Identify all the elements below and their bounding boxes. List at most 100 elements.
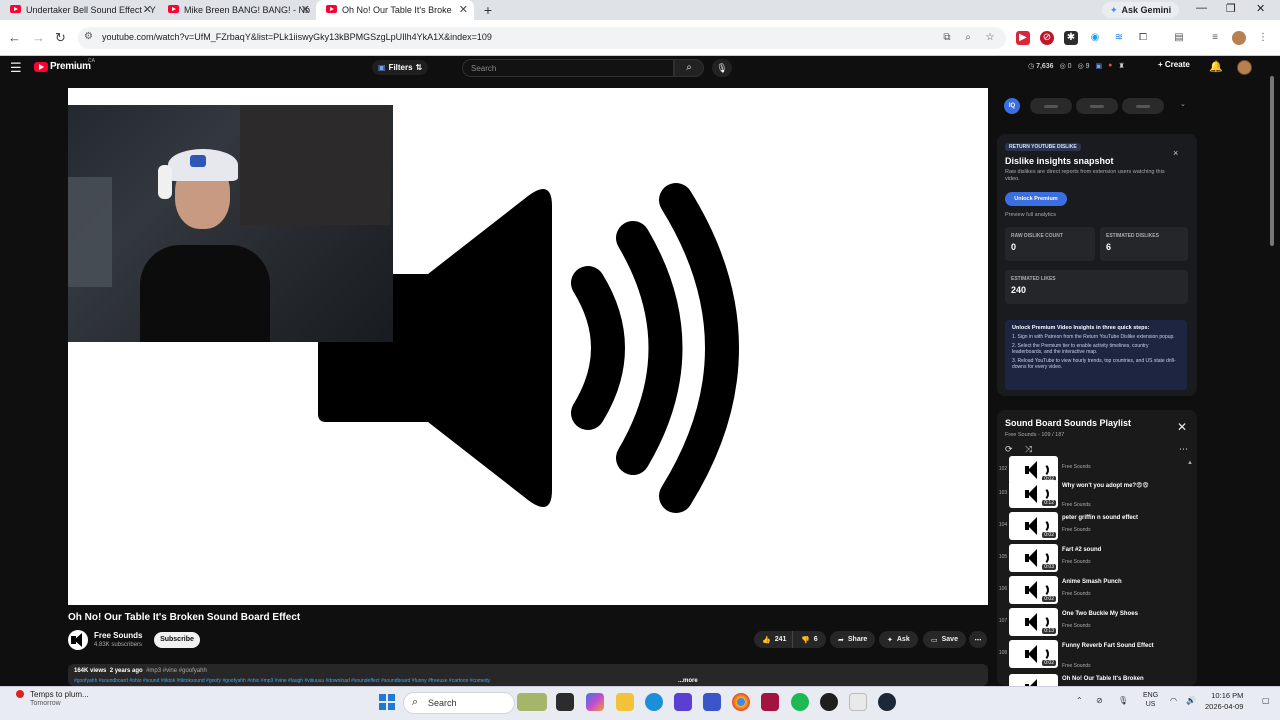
voice-search-button[interactable]: 🎙 [712,59,732,77]
browser-tab-3[interactable]: Oh No! Our Table It's Broke ✕ [316,0,474,20]
extensions-puzzle-icon[interactable]: ⧠ [1136,31,1150,45]
playlist-item[interactable]: 108 0:02 Funny Reverb Fart Sound Effect … [997,638,1187,670]
spotify-icon[interactable] [791,693,809,711]
copilot-icon[interactable] [586,693,604,711]
minimize-button[interactable]: — [1196,2,1207,14]
like-button[interactable]: 👍 241 [754,631,793,648]
video-player[interactable] [68,88,988,605]
preview-analytics-link[interactable]: Preview full analytics [1005,212,1056,218]
mic-tray-icon[interactable]: 🎙 [1118,696,1128,705]
windows-start-icon[interactable] [379,694,395,710]
file-explorer-icon[interactable] [616,693,634,711]
close-playlist-icon[interactable]: ✕ [1177,420,1187,434]
site-info-icon[interactable]: ⚙ [84,31,93,42]
extension-wave-icon[interactable]: ≋ [1112,31,1126,45]
network-off-icon[interactable]: ⊘ [1096,696,1103,705]
side-panel-icon[interactable]: ▤ [1172,31,1186,45]
channel-name[interactable]: Free Sounds [94,631,142,640]
chip-2[interactable] [1076,98,1118,114]
account-avatar[interactable] [1237,60,1252,75]
share-button[interactable]: ➦ Share [830,631,876,648]
search-input[interactable]: Search [462,59,674,77]
system-clock[interactable]: 10:16 PM 2026-04-09 [1205,691,1243,712]
notification-icon[interactable]: ▢ [1262,696,1270,705]
weather-widget[interactable]: Temps to plum... Tomorrow [14,690,89,707]
close-icon[interactable]: × [1173,148,1178,158]
profile-avatar-icon[interactable] [1232,31,1246,45]
browser-tab-1[interactable]: Undertaker Bell Sound Effect - Y ✕ [0,0,158,20]
playlist-item[interactable]: 106 0:02 Anime Smash Punch Free Sounds [997,574,1187,606]
scroll-up-icon[interactable]: ▲ [1187,460,1193,466]
playlist-item-current[interactable]: Oh No! Our Table It's Broken [997,672,1187,686]
steam-icon[interactable] [878,693,896,711]
playlist-item[interactable]: 103 0:12 Why won't you adopt me?😨😨 Free … [997,478,1187,510]
description-tags[interactable]: #goofyahh #soundboard #ohio #sound #tikt… [74,678,744,684]
app-icon[interactable] [849,693,867,711]
obs-icon[interactable] [820,693,838,711]
extension-stats[interactable]: ◷ 7,636 ◎ 0 ◎ 9 ▣ ● ♜ [1028,62,1125,70]
wifi-icon[interactable]: ◠ [1170,696,1177,705]
back-arrow-icon[interactable]: ← [8,30,21,45]
scrollbar-thumb[interactable] [1270,76,1274,246]
tray-chevron-icon[interactable]: ⌃ [1076,696,1083,705]
hamburger-menu-icon[interactable]: ☰ [10,60,22,76]
edge-icon[interactable] [645,693,663,711]
extension-blue-icon[interactable]: ◉ [1088,31,1102,45]
forward-arrow-icon[interactable]: → [32,30,45,45]
notifications-bell-icon[interactable]: 🔔 [1209,60,1223,73]
volume-icon[interactable]: 🔊 [1186,696,1196,705]
browser-tab-2[interactable]: Mike Breen BANG! BANG! - Nb ✕ [158,0,316,20]
filters-button[interactable]: ▣ Filters ⇅ [372,60,429,75]
dislike-button[interactable]: 👎 6 [792,631,826,648]
chrome-menu-icon[interactable]: ⋮ [1256,31,1270,45]
close-tab-icon[interactable]: ✕ [459,3,468,16]
extension-red-icon[interactable]: ▶ [1016,31,1030,45]
playlist-scrollbar[interactable]: ▲ [1187,460,1193,686]
teams-icon[interactable] [703,693,721,711]
subscribe-button[interactable]: Subscribe [154,632,200,648]
unlock-premium-button[interactable]: Unlock Premium [1005,192,1067,206]
description-box[interactable]: 164K views 2 years ago #mp3 #vine #goofy… [68,664,988,686]
channel-avatar[interactable] [68,630,88,650]
search-button[interactable]: ⌕ [674,59,704,77]
language-indicator[interactable]: ENG US [1143,691,1158,709]
taskbar-search[interactable]: ⌕ Search [403,692,515,714]
close-tab-icon[interactable]: ✕ [301,3,310,16]
restore-button[interactable]: ❐ [1226,2,1236,15]
next-app-icon[interactable] [761,693,779,711]
widgets-icon[interactable] [517,693,547,711]
address-bar[interactable]: ⚙ youtube.com/watch?v=UfM_FZrbaqY&list=P… [78,27,1006,49]
item-thumbnail: 0:02 [1009,576,1058,604]
save-button[interactable]: ▭ Save [923,631,966,648]
playlist-item[interactable]: 104 0:02 peter griffin n sound effect Fr… [997,510,1187,542]
reload-icon[interactable]: ↻ [55,30,66,46]
playlist-title[interactable]: Sound Board Sounds Playlist [1005,418,1131,428]
close-window-button[interactable]: ✕ [1256,2,1265,15]
playlist-item[interactable]: 105 0:03 Fart #2 sound Free Sounds [997,542,1187,574]
hashtags[interactable]: #mp3 #vine #goofyahh [146,668,207,674]
chip-1[interactable] [1030,98,1072,114]
ask-gemini-button[interactable]: ✦ Ask Gemini [1102,2,1180,18]
task-view-icon[interactable] [556,693,574,711]
extension-dark-icon[interactable]: ✱ [1064,31,1078,45]
adblock-icon[interactable]: ⊘ [1040,31,1054,45]
show-more-link[interactable]: ...more [678,678,698,684]
youtube-logo-icon[interactable] [34,62,48,72]
close-tab-icon[interactable]: ✕ [143,3,152,16]
chip-3[interactable] [1122,98,1164,114]
more-actions-button[interactable]: ⋯ [969,631,987,648]
new-tab-button[interactable]: + [478,0,498,20]
install-app-icon[interactable]: ⧉ [940,31,954,45]
reading-list-icon[interactable]: ≡ [1208,31,1222,45]
youtube-premium-logo[interactable]: Premium [50,61,91,72]
chevron-down-icon[interactable]: ⌄ [1180,100,1186,108]
page-scrollbar[interactable] [1268,66,1276,686]
ask-button[interactable]: ✦ Ask [879,631,918,648]
zoom-icon[interactable]: ⌕ [961,31,975,45]
bookmark-star-icon[interactable]: ☆ [983,31,997,45]
chrome-icon[interactable] [732,693,750,711]
extension-logo-icon[interactable]: IQ [1004,98,1020,114]
app-grid-icon[interactable] [674,693,692,711]
create-button[interactable]: + Create [1158,60,1190,69]
playlist-item[interactable]: 107 0:13 One Two Buckle My Shoes Free So… [997,606,1187,638]
